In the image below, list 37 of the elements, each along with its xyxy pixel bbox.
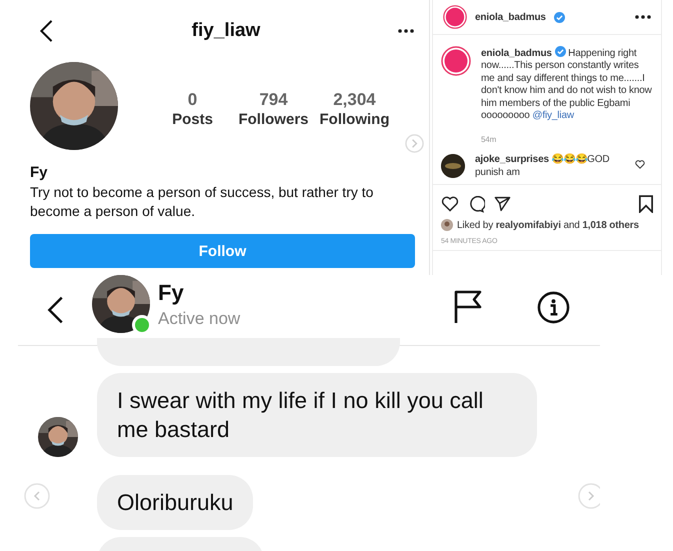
comment-text: ajoke_surprises 😂😂😂GOD punish am <box>475 154 610 180</box>
brand-avatar-icon[interactable] <box>441 46 471 76</box>
more-icon[interactable] <box>635 15 651 19</box>
brand-avatar-icon[interactable] <box>443 5 467 29</box>
heart-icon[interactable] <box>441 196 459 212</box>
likes-text: Liked by realyomifabiyi and 1,018 others <box>457 220 639 231</box>
comment-icon[interactable] <box>468 196 485 213</box>
stat-label: Following <box>320 111 390 128</box>
profile-username: fiy_liaw <box>192 20 260 42</box>
caption-time: 54m <box>481 135 498 144</box>
stat-value: 2,304 <box>333 90 376 110</box>
verified-icon <box>554 12 565 22</box>
back-icon[interactable] <box>46 295 64 325</box>
more-icon[interactable] <box>398 29 414 33</box>
back-icon[interactable] <box>38 19 54 43</box>
liker-avatar-icon <box>441 219 453 232</box>
stat-value: 794 <box>259 90 288 110</box>
bookmark-icon[interactable] <box>639 195 653 214</box>
username-link[interactable]: eniola_badmus <box>481 48 552 59</box>
share-icon[interactable] <box>494 196 511 212</box>
stat-label: Posts <box>172 111 213 128</box>
message-bubble: Oloriburuku <box>97 475 254 530</box>
profile-bio: Try not to become a person of success, but rather try to become a person of value. <box>30 183 374 221</box>
contact-status: Active now <box>158 308 240 328</box>
stat-value: 0 <box>188 90 198 110</box>
verified-icon <box>554 46 566 57</box>
mention-link[interactable]: @fiy_liaw <box>532 110 574 122</box>
heart-icon[interactable] <box>635 160 645 170</box>
caption-text: eniola_badmus Happening right now......This person constantly writes me and say different things to me.......I don't know him and do not wish to know him members of the public Egbami ooooooooo @fiy_liaw <box>481 46 653 122</box>
profile-name: Fy <box>30 164 49 181</box>
flag-icon[interactable] <box>454 290 482 324</box>
info-icon[interactable] <box>537 290 570 324</box>
contact-name: Fy <box>158 280 185 306</box>
post-username[interactable]: eniola_badmus <box>475 12 546 22</box>
stat-label: Followers <box>238 111 308 128</box>
commenter-avatar-icon[interactable] <box>441 154 465 178</box>
message-bubble: I swear with my life if I no kill you call me bastard <box>97 373 537 457</box>
